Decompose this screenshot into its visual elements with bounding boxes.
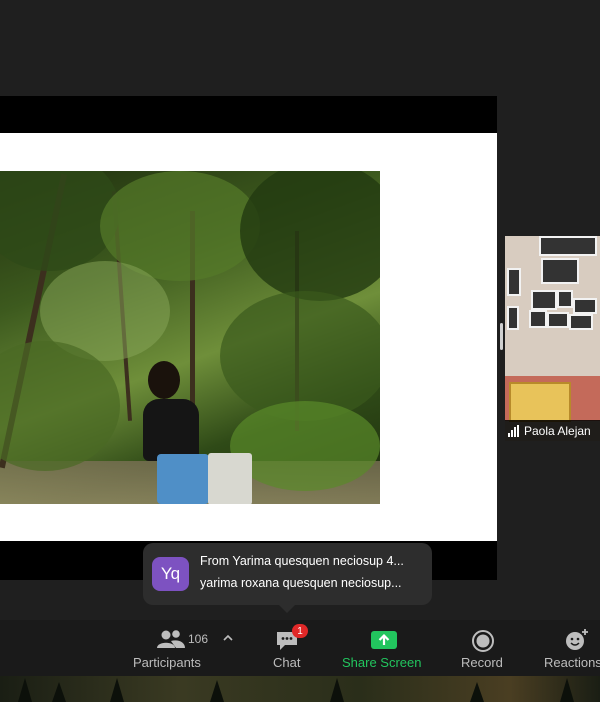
- participants-button[interactable]: 106 Participants: [128, 620, 218, 676]
- reactions-button[interactable]: Reactions: [540, 620, 600, 676]
- participants-count: 106: [188, 632, 209, 646]
- reactions-label: Reactions: [544, 655, 600, 670]
- shared-screen: [0, 96, 497, 580]
- share-screen-icon: [371, 631, 397, 649]
- share-screen-label: Share Screen: [342, 655, 422, 670]
- participants-label: Participants: [133, 655, 201, 670]
- chat-notification[interactable]: Yq From Yarima quesquen neciosup 4... ya…: [143, 543, 432, 613]
- signal-strength-icon: [508, 424, 519, 437]
- notification-message: yarima roxana quesquen neciosup...: [200, 576, 402, 590]
- notification-sender: From Yarima quesquen neciosup 4...: [200, 554, 404, 568]
- participant-name: Paola Alejan: [524, 423, 591, 438]
- presentation-slide: [0, 133, 497, 541]
- background-landscape: [0, 676, 600, 702]
- forest-photo: [0, 171, 380, 504]
- chat-label: Chat: [273, 655, 301, 670]
- reactions-icon: [566, 629, 588, 650]
- record-label: Record: [461, 655, 503, 670]
- participant-name-bar: Paola Alejan: [505, 420, 600, 441]
- meeting-stage: Paola Alejan Yq From Yarima quesquen nec…: [0, 0, 600, 620]
- participants-icon: [157, 630, 185, 648]
- record-icon: [472, 630, 494, 652]
- sender-avatar: Yq: [152, 557, 189, 591]
- record-button[interactable]: Record: [454, 620, 514, 676]
- participants-options-chevron[interactable]: [222, 620, 236, 676]
- chat-unread-badge: 1: [292, 624, 308, 638]
- resize-handle[interactable]: [500, 323, 503, 350]
- participant-video-tile[interactable]: Paola Alejan: [505, 236, 600, 441]
- chevron-up-icon: [223, 634, 233, 641]
- share-screen-button[interactable]: Share Screen: [338, 620, 430, 676]
